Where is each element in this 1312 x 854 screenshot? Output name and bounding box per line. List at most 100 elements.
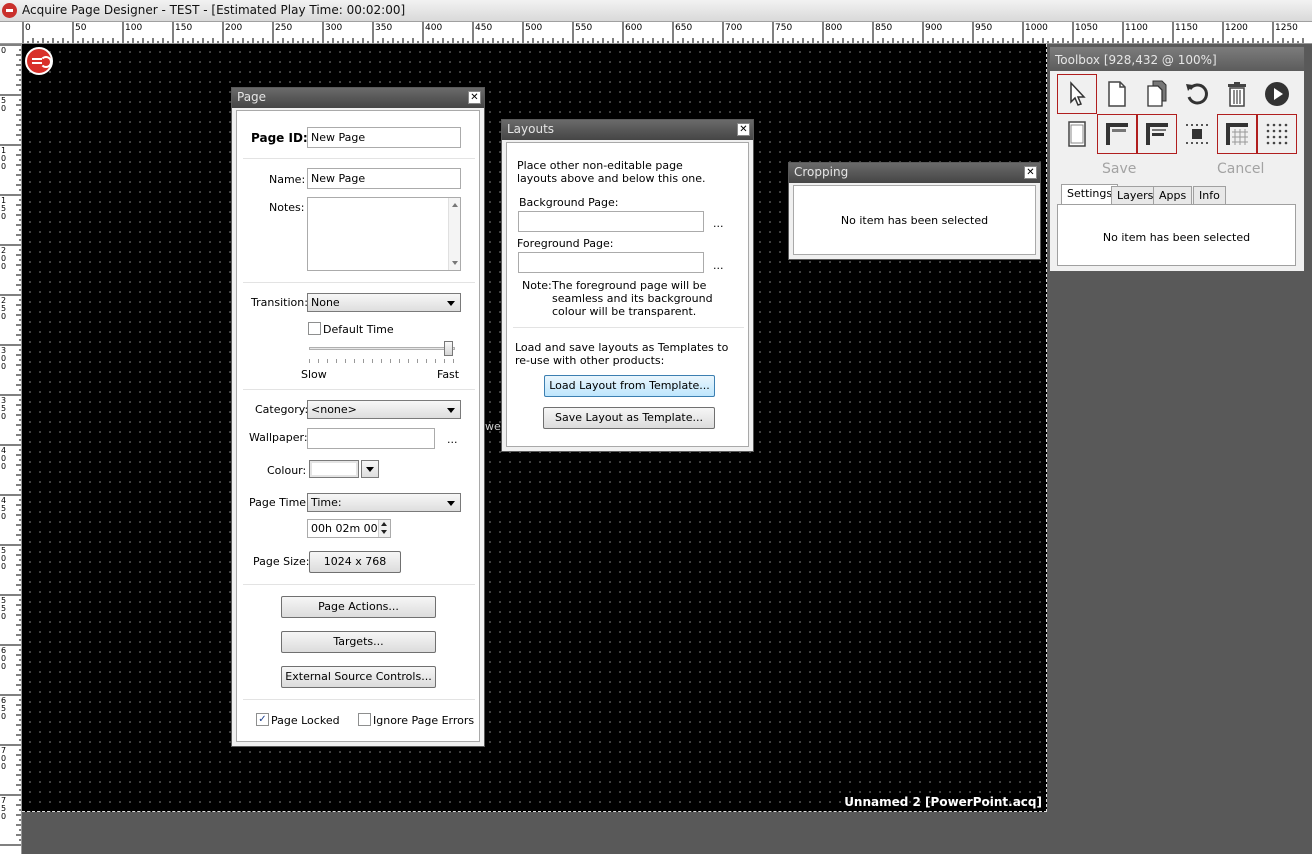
dropdown-arrow-icon (447, 301, 455, 306)
center-square-icon (1186, 124, 1208, 144)
name-input[interactable]: New Page (307, 168, 461, 189)
undo-button[interactable] (1177, 74, 1217, 114)
close-icon[interactable]: ✕ (468, 91, 481, 104)
ruler-label: 800 (825, 23, 843, 33)
layouts-panel-title[interactable]: Layouts ✕ (502, 120, 753, 140)
center-snap-button[interactable] (1177, 114, 1217, 154)
ruler-label: 150 (1, 196, 7, 221)
page-frame-icon (1068, 121, 1086, 147)
cropping-panel: Cropping ✕ No item has been selected (788, 162, 1041, 260)
ruler-label: 1250 (1275, 23, 1298, 33)
external-source-controls-button[interactable]: External Source Controls... (281, 666, 436, 688)
page-size-button[interactable]: 1024 x 768 (309, 551, 401, 573)
canvas-text-item[interactable]: we (485, 420, 501, 433)
snap-top-left-button[interactable] (1097, 114, 1137, 154)
close-icon[interactable]: ✕ (737, 123, 750, 136)
targets-button[interactable]: Targets... (281, 631, 436, 653)
layouts-panel-title-text: Layouts (507, 122, 555, 136)
ignore-page-errors-checkbox[interactable] (358, 713, 371, 726)
background-page-label: Background Page: (519, 196, 619, 209)
scroll-down-icon[interactable] (452, 261, 458, 265)
notes-textarea[interactable] (307, 197, 461, 271)
speed-slider-thumb[interactable] (444, 341, 453, 356)
page-time-duration-value: 00h 02m 00s (311, 522, 384, 535)
wallpaper-browse-button[interactable]: ... (447, 433, 458, 446)
ruler-label: 1150 (1175, 23, 1198, 33)
new-page-button[interactable] (1097, 74, 1137, 114)
ruler-label: 900 (925, 23, 943, 33)
page-panel-title[interactable]: Page ✕ (232, 88, 484, 108)
page-id-input[interactable]: New Page (307, 127, 461, 148)
page-time-select-value: Time: (311, 496, 342, 509)
vertical-ruler[interactable]: 0 50 100 150 200 250 300 350 400 450 500 550 600 650 7… (0, 44, 22, 854)
acquire-logo-icon[interactable] (25, 47, 53, 75)
tab-apps[interactable]: Apps (1153, 186, 1193, 204)
grid-lines-button[interactable] (1217, 114, 1257, 154)
horizontal-ruler[interactable]: 0 50 100 150 200 250 300 350 400 450 500 550 600 650 7… (0, 22, 1312, 44)
canvas-file-name: Unnamed 2 [PowerPoint.acq] (844, 795, 1042, 809)
wallpaper-input[interactable] (307, 428, 435, 449)
app-logo-icon (2, 3, 17, 18)
page-actions-button[interactable]: Page Actions... (281, 596, 436, 618)
ruler-label: 450 (475, 23, 493, 33)
notes-label: Notes: (269, 201, 305, 214)
default-time-label: Default Time (323, 323, 394, 336)
load-layout-from-template-button[interactable]: Load Layout from Template... (544, 375, 715, 397)
background-page-input[interactable] (518, 211, 704, 232)
notes-scrollbar[interactable] (448, 198, 460, 270)
fast-label: Fast (437, 368, 460, 381)
dot-grid-button[interactable] (1257, 114, 1297, 154)
foreground-page-input[interactable] (518, 252, 704, 273)
ruler-label: 100 (1, 146, 7, 171)
ruler-label: 750 (775, 23, 793, 33)
save-layout-as-template-button[interactable]: Save Layout as Template... (543, 407, 715, 429)
spin-down-icon[interactable] (381, 530, 387, 534)
cropping-panel-title[interactable]: Cropping ✕ (789, 163, 1040, 183)
pointer-tool-button[interactable] (1057, 74, 1097, 114)
speed-slider-ticks (309, 359, 455, 363)
page-time-label: Page Time: (249, 496, 310, 509)
scroll-up-icon[interactable] (452, 203, 458, 207)
colour-swatch[interactable] (309, 460, 359, 478)
colour-label: Colour: (267, 464, 307, 477)
page-time-duration-input[interactable]: 00h 02m 00s (307, 519, 391, 538)
cancel-button[interactable]: Cancel (1217, 161, 1264, 177)
page-time-select[interactable]: Time: (307, 493, 461, 512)
snap-left-button[interactable] (1137, 114, 1177, 154)
divider (243, 584, 475, 585)
preview-play-button[interactable] (1257, 74, 1297, 114)
divider (243, 699, 475, 700)
foreground-page-browse-button[interactable]: ... (713, 259, 724, 272)
page-frame-button[interactable] (1057, 114, 1097, 154)
spin-up-icon[interactable] (381, 522, 387, 526)
duration-spinner[interactable] (378, 520, 390, 537)
transition-select[interactable]: None (307, 293, 461, 312)
default-time-checkbox[interactable] (308, 322, 321, 335)
pointer-icon (1070, 81, 1086, 106)
ruler-label: 300 (1, 346, 7, 371)
copy-page-button[interactable] (1137, 74, 1177, 114)
tab-settings[interactable]: Settings (1061, 184, 1119, 205)
foreground-note-text: The foreground page will be seamless and… (552, 279, 713, 318)
dropdown-arrow-icon (447, 408, 455, 413)
dropdown-arrow-icon (447, 501, 455, 506)
toolbox-title[interactable]: Toolbox [928,432 @ 100%] (1050, 47, 1304, 71)
name-label: Name: (269, 173, 306, 186)
background-page-browse-button[interactable]: ... (713, 217, 724, 230)
note-prefix: Note: (522, 279, 552, 292)
page-panel-title-text: Page (237, 90, 267, 104)
close-icon[interactable]: ✕ (1024, 166, 1037, 179)
ruler-label: 50 (75, 23, 87, 33)
category-select[interactable]: <none> (307, 400, 461, 419)
ruler-label: 0 (25, 23, 31, 33)
foreground-page-label: Foreground Page: (517, 237, 614, 250)
ruler-label: 400 (1, 446, 7, 471)
page-locked-checkbox[interactable]: ✓ (256, 713, 269, 726)
ruler-label: 400 (425, 23, 443, 33)
save-button[interactable]: Save (1102, 161, 1136, 177)
delete-button[interactable] (1217, 74, 1257, 114)
divider (243, 282, 475, 283)
colour-dropdown-button[interactable] (361, 460, 379, 478)
tab-info[interactable]: Info (1193, 186, 1226, 204)
speed-slider-track[interactable] (309, 347, 455, 350)
